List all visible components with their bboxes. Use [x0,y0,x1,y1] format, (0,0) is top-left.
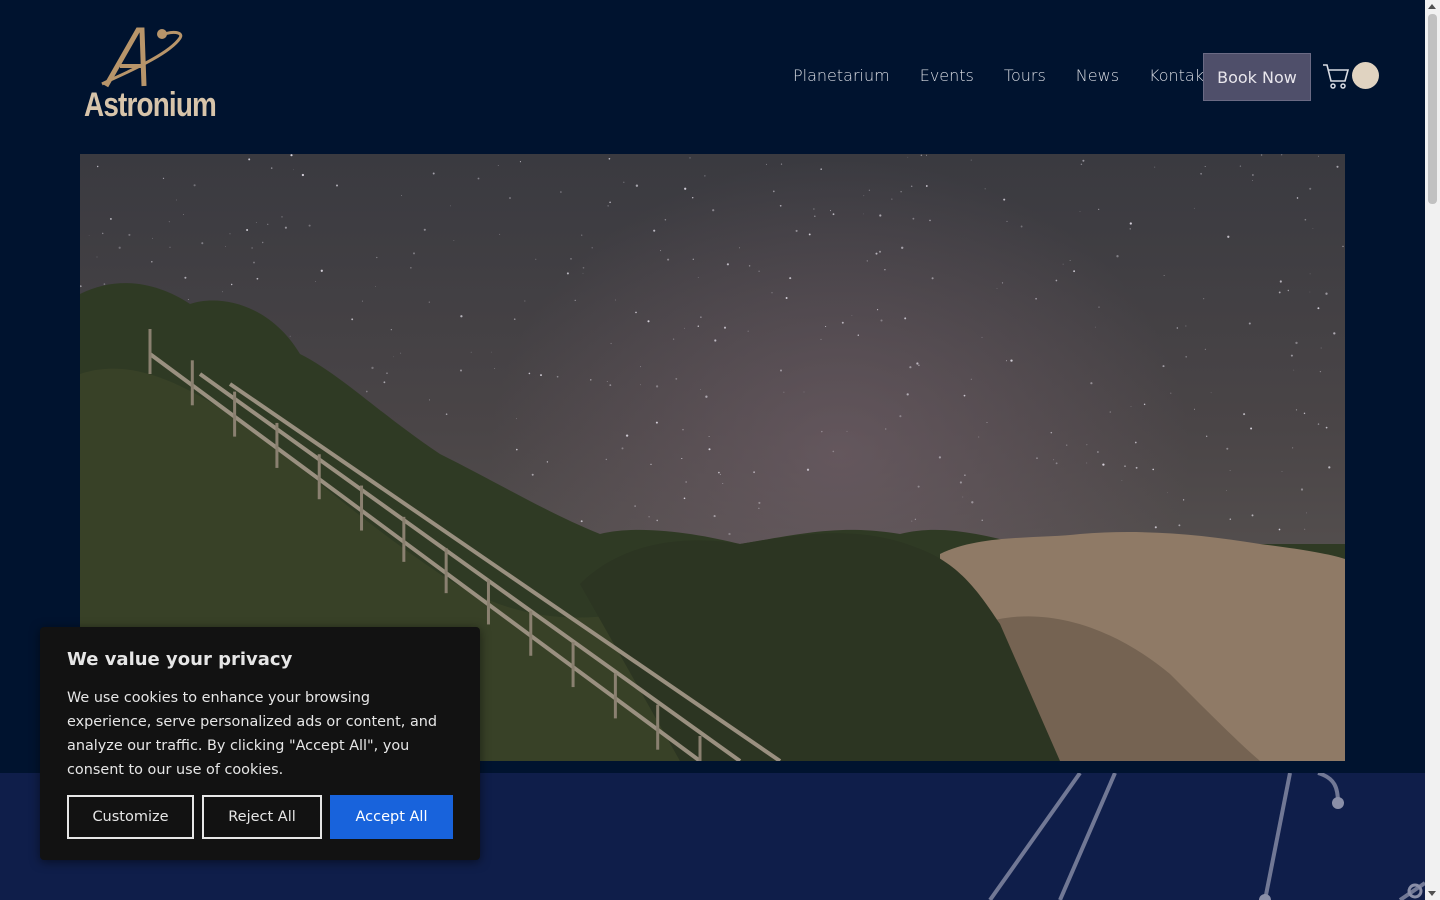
reject-all-button[interactable]: Reject All [202,795,322,839]
cookie-title: We value your privacy [67,649,293,670]
brand-name: Astronium [84,86,217,124]
cookie-actions: Customize Reject All Accept All [67,795,461,839]
cookie-consent-banner: We value your privacy We use cookies to … [40,627,480,860]
customize-button[interactable]: Customize [67,795,194,839]
nav-item-planetarium[interactable]: Planetarium [793,66,890,85]
accept-all-button[interactable]: Accept All [330,795,453,839]
nav-item-news[interactable]: News [1076,66,1119,85]
cart-icon[interactable] [1322,62,1350,90]
scroll-thumb[interactable] [1428,14,1437,204]
main-nav: Planetarium Events Tours News Kontakt [793,66,1240,85]
vertical-scrollbar[interactable] [1425,0,1440,900]
nav-item-kontakt[interactable]: Kontakt [1149,66,1210,85]
cookie-description: We use cookies to enhance your browsing … [67,690,438,778]
nav-item-events[interactable]: Events [920,66,974,85]
book-now-button[interactable]: Book Now [1203,53,1311,101]
astronium-logo-mark [101,27,183,88]
scroll-up-arrow-icon[interactable] [1428,4,1436,9]
scroll-down-arrow-icon[interactable] [1428,891,1436,896]
logo[interactable]: Astronium [84,26,217,124]
nav-item-tours[interactable]: Tours [1004,66,1046,85]
avatar[interactable] [1352,62,1379,89]
